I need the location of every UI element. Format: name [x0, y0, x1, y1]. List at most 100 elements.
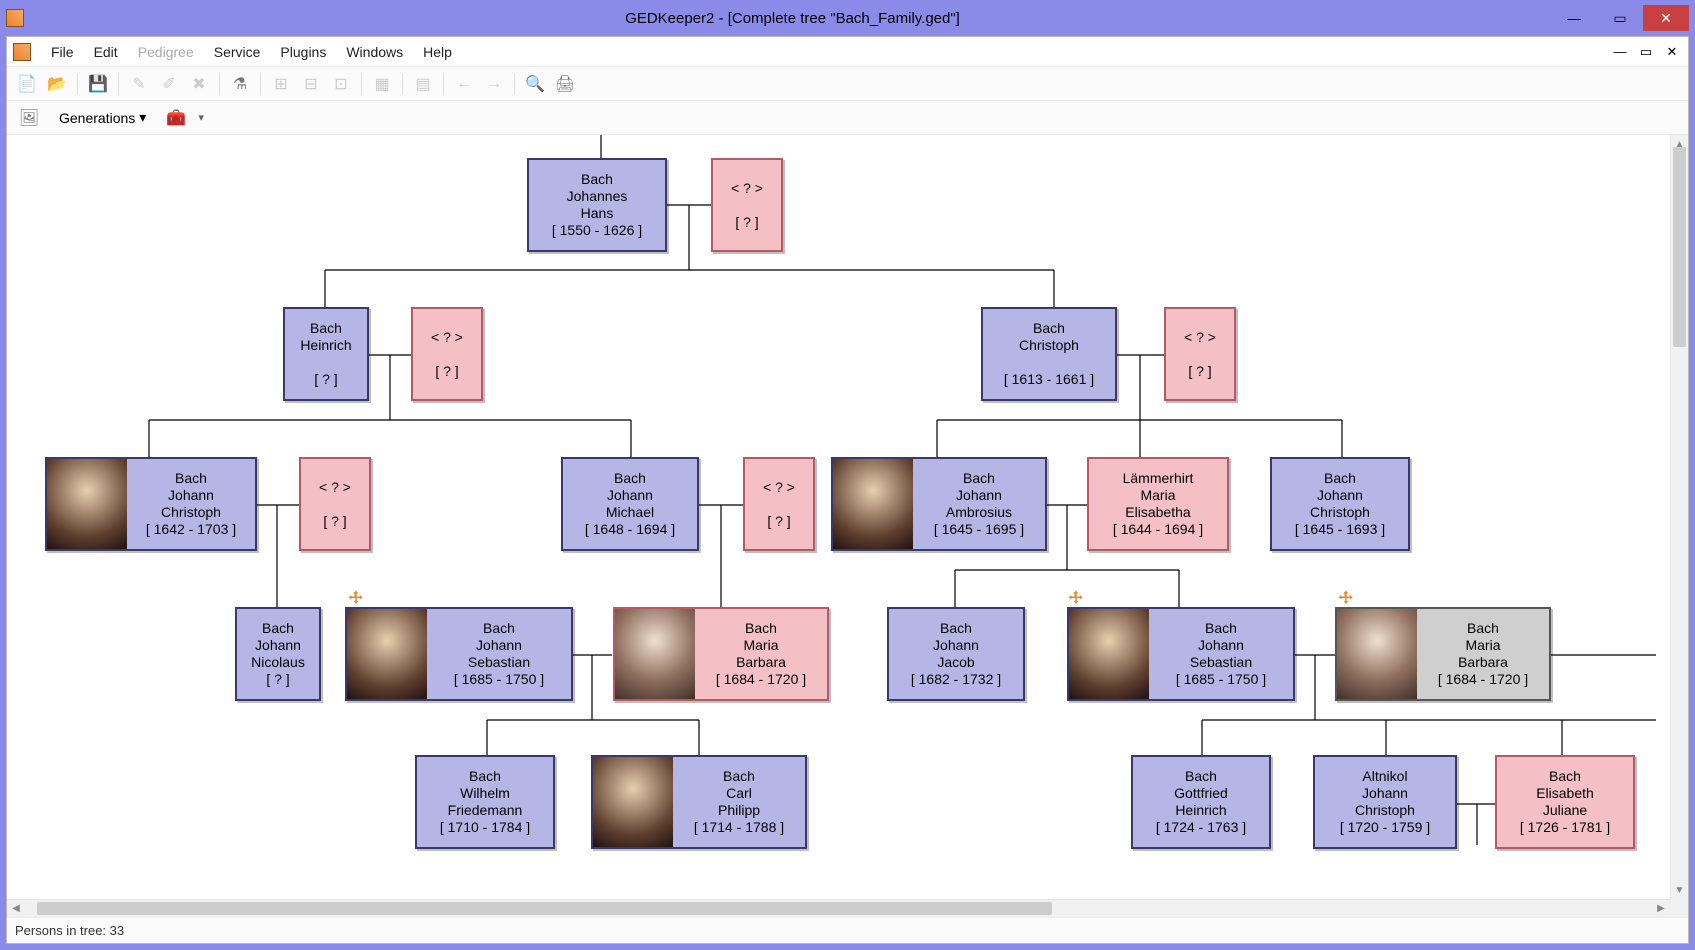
mdi-restore-button[interactable]: ▭: [1636, 42, 1656, 62]
card-line: [ 1726 - 1781 ]: [1505, 819, 1625, 836]
scroll-thumb[interactable]: [1673, 147, 1686, 347]
card-johannes[interactable]: Bach Johannes Hans [ 1550 - 1626 ]: [527, 158, 667, 252]
card-line: [ 1613 - 1661 ]: [991, 371, 1107, 388]
tree-canvas[interactable]: Bach Johannes Hans [ 1550 - 1626 ] < ? >…: [7, 135, 1677, 905]
card-line: [ 1684 - 1720 ]: [703, 671, 819, 688]
preview-icon[interactable]: 🔍: [521, 70, 549, 98]
stats-icon[interactable]: ▤: [409, 70, 437, 98]
nav-back-icon[interactable]: ←: [450, 70, 478, 98]
export-image-icon[interactable]: 🖼: [15, 104, 43, 132]
card-jc1642[interactable]: Bach Johann Christoph [ 1642 - 1703 ]: [45, 457, 257, 551]
record-delete-icon[interactable]: ✖: [185, 70, 213, 98]
card-jc1645[interactable]: Bach Johann Christoph [ 1645 - 1693 ]: [1270, 457, 1410, 551]
card-heinrich[interactable]: Bach Heinrich [ ? ]: [283, 307, 369, 401]
menu-edit[interactable]: Edit: [84, 40, 128, 64]
card-gottfried[interactable]: Bach Gottfried Heinrich [ 1724 - 1763 ]: [1131, 755, 1271, 849]
card-line: Gottfried: [1141, 785, 1261, 802]
menu-help[interactable]: Help: [413, 40, 462, 64]
save-icon[interactable]: 💾: [84, 70, 112, 98]
card-unknown-wife-heinrich[interactable]: < ? > [ ? ]: [411, 307, 483, 401]
card-line: Barbara: [1425, 654, 1541, 671]
card-jsb1[interactable]: Bach Johann Sebastian [ 1685 - 1750 ]: [345, 607, 573, 701]
titlebar: GEDKeeper2 - [Complete tree "Bach_Family…: [0, 0, 1695, 36]
options-icon[interactable]: 🧰: [162, 104, 190, 132]
horizontal-scrollbar[interactable]: ◀ ▶: [7, 899, 1670, 917]
card-line: < ? >: [309, 479, 361, 496]
card-unknown-wife-christoph[interactable]: < ? > [ ? ]: [1164, 307, 1236, 401]
card-line: [ ? ]: [293, 371, 359, 388]
card-line: [ 1685 - 1750 ]: [435, 671, 563, 688]
portrait-icon: [347, 609, 427, 699]
tree-ancestors-icon[interactable]: ⊞: [267, 70, 295, 98]
move-cross-icon[interactable]: [1067, 589, 1085, 607]
card-mariab1[interactable]: Bach Maria Barbara [ 1684 - 1720 ]: [613, 607, 829, 701]
statusbar: Persons in tree: 33: [7, 917, 1688, 943]
card-line: Christoph: [1323, 802, 1447, 819]
menu-pedigree[interactable]: Pedigree: [128, 40, 204, 64]
menu-plugins[interactable]: Plugins: [270, 40, 336, 64]
card-line: Elisabeth: [1505, 785, 1625, 802]
card-line: Ambrosius: [921, 504, 1037, 521]
card-line: Bach: [921, 470, 1037, 487]
mdi-close-button[interactable]: ✕: [1662, 42, 1682, 62]
card-line: Johann: [1157, 637, 1285, 654]
card-line: Friedemann: [425, 802, 545, 819]
card-ejuliane[interactable]: Bach Elisabeth Juliane [ 1726 - 1781 ]: [1495, 755, 1635, 849]
card-line: [ 1642 - 1703 ]: [135, 521, 247, 538]
scroll-thumb[interactable]: [37, 902, 1052, 915]
card-line: Johann: [571, 487, 689, 504]
vertical-scrollbar[interactable]: ▲ ▼: [1670, 135, 1688, 899]
filter-icon[interactable]: ⚗: [226, 70, 254, 98]
card-wfriedemann[interactable]: Bach Wilhelm Friedemann [ 1710 - 1784 ]: [415, 755, 555, 849]
card-line: Johann: [1323, 785, 1447, 802]
tree-canvas-area[interactable]: Bach Johannes Hans [ 1550 - 1626 ] < ? >…: [7, 135, 1688, 899]
record-edit-icon[interactable]: ✐: [155, 70, 183, 98]
card-jambrosius[interactable]: Bach Johann Ambrosius [ 1645 - 1695 ]: [831, 457, 1047, 551]
card-line: [ ? ]: [721, 214, 773, 231]
card-line: Bach: [435, 620, 563, 637]
maximize-button[interactable]: ▭: [1597, 5, 1643, 31]
move-cross-icon[interactable]: [1337, 589, 1355, 607]
chevron-down-icon: ▾: [198, 111, 204, 124]
card-jjacob[interactable]: Bach Johann Jacob [ 1682 - 1732 ]: [887, 607, 1025, 701]
print-icon[interactable]: 🖨: [551, 70, 579, 98]
card-unknown-wife-johannes[interactable]: < ? > [ ? ]: [711, 158, 783, 252]
minimize-button[interactable]: —: [1551, 5, 1597, 31]
card-unknown-wife-jmichael[interactable]: < ? > [ ? ]: [743, 457, 815, 551]
generations-dropdown[interactable]: Generations ▾: [51, 105, 154, 130]
card-altnikol[interactable]: Altnikol Johann Christoph [ 1720 - 1759 …: [1313, 755, 1457, 849]
card-line: [ 1648 - 1694 ]: [571, 521, 689, 538]
card-lammerhirt[interactable]: Lämmerhirt Maria Elisabetha [ 1644 - 169…: [1087, 457, 1229, 551]
window-controls: — ▭ ✕: [1551, 5, 1689, 31]
scroll-left-icon[interactable]: ◀: [7, 900, 25, 917]
card-jmichael[interactable]: Bach Johann Michael [ 1648 - 1694 ]: [561, 457, 699, 551]
card-line: Johann: [1280, 487, 1400, 504]
scroll-right-icon[interactable]: ▶: [1652, 900, 1670, 917]
card-line: [ 1684 - 1720 ]: [1425, 671, 1541, 688]
card-unknown-wife-jc1642[interactable]: < ? > [ ? ]: [299, 457, 371, 551]
card-line: [ ? ]: [245, 671, 311, 688]
card-cpe[interactable]: Bach Carl Philipp [ 1714 - 1788 ]: [591, 755, 807, 849]
menu-windows[interactable]: Windows: [336, 40, 413, 64]
record-add-icon[interactable]: ✎: [125, 70, 153, 98]
move-cross-icon[interactable]: [347, 589, 365, 607]
tree-both-icon[interactable]: ⊡: [327, 70, 355, 98]
card-christoph[interactable]: Bach Christoph [ 1613 - 1661 ]: [981, 307, 1117, 401]
menu-file[interactable]: File: [41, 40, 84, 64]
card-line: Bach: [293, 320, 359, 337]
menu-service[interactable]: Service: [204, 40, 271, 64]
card-line: Sebastian: [1157, 654, 1285, 671]
pedigree-icon[interactable]: ▦: [368, 70, 396, 98]
card-jsb2[interactable]: Bach Johann Sebastian [ 1685 - 1750 ]: [1067, 607, 1295, 701]
card-jnicolaus[interactable]: Bach Johann Nicolaus [ ? ]: [235, 607, 321, 701]
nav-fwd-icon[interactable]: →: [480, 70, 508, 98]
portrait-icon: [833, 459, 913, 549]
new-file-icon[interactable]: 📄: [13, 70, 41, 98]
mdi-minimize-button[interactable]: —: [1610, 42, 1630, 62]
card-line: Carl: [681, 785, 797, 802]
open-file-icon[interactable]: 📂: [43, 70, 71, 98]
tree-descendants-icon[interactable]: ⊟: [297, 70, 325, 98]
close-button[interactable]: ✕: [1643, 5, 1689, 31]
card-mariab2[interactable]: Bach Maria Barbara [ 1684 - 1720 ]: [1335, 607, 1551, 701]
scroll-down-icon[interactable]: ▼: [1671, 881, 1688, 899]
